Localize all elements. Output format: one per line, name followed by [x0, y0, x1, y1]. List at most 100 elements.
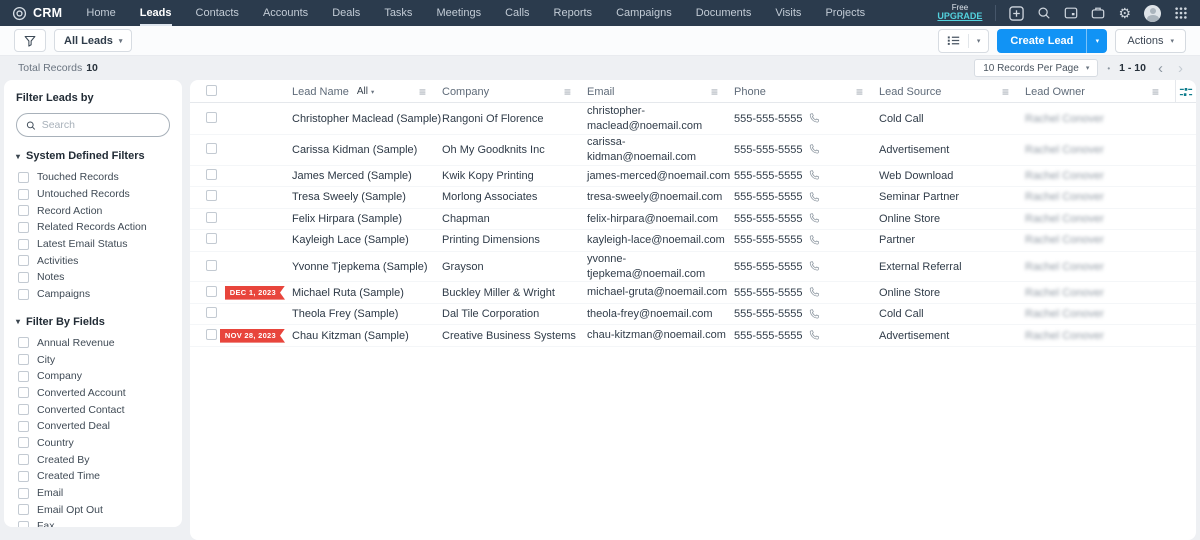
column-menu-icon[interactable]: ≡ — [1002, 86, 1009, 98]
email-cell[interactable]: michael-gruta@noemail.com — [587, 285, 734, 300]
checkbox[interactable] — [18, 171, 29, 183]
phone-icon[interactable] — [809, 213, 820, 224]
lead-name-link[interactable]: Carissa Kidman (Sample) — [292, 144, 442, 156]
manage-columns-button[interactable] — [1175, 80, 1196, 103]
row-checkbox[interactable] — [206, 259, 217, 271]
checkbox[interactable] — [18, 404, 29, 416]
checkbox[interactable] — [18, 205, 29, 217]
sidebar-filter-item[interactable]: Record Action — [16, 202, 170, 219]
lead-name-link[interactable]: Yvonne Tjepkema (Sample) — [292, 261, 442, 273]
column-header-email[interactable]: Email ≡ — [587, 80, 734, 103]
column-header-lead-name[interactable]: Lead Name All ▾ ≡ — [292, 80, 442, 103]
table-row[interactable]: Yvonne Tjepkema (Sample) Grayson yvonne-… — [190, 252, 1196, 283]
search-icon[interactable] — [1037, 6, 1051, 20]
phone-icon[interactable] — [809, 287, 820, 298]
checkbox[interactable] — [18, 470, 29, 482]
lead-name-link[interactable]: Kayleigh Lace (Sample) — [292, 234, 442, 246]
gear-icon[interactable]: ⚙ — [1118, 6, 1131, 20]
row-checkbox[interactable] — [206, 285, 217, 297]
avatar[interactable] — [1144, 4, 1161, 22]
checkbox[interactable] — [18, 221, 29, 233]
nav-item-tasks[interactable]: Tasks — [384, 0, 412, 26]
sidebar-filter-item[interactable]: City — [16, 351, 170, 368]
column-menu-icon[interactable]: ≡ — [1152, 86, 1159, 98]
checkbox[interactable] — [18, 288, 29, 300]
nav-item-meetings[interactable]: Meetings — [436, 0, 481, 26]
phone-icon[interactable] — [809, 261, 820, 272]
phone-icon[interactable] — [809, 235, 820, 246]
records-per-page-select[interactable]: 10 Records Per Page ▾ — [974, 59, 1099, 77]
column-header-lead-source[interactable]: Lead Source ≡ — [879, 80, 1025, 103]
sidebar-filter-item[interactable]: Campaigns — [16, 286, 170, 303]
sidebar-filter-item[interactable]: Email — [16, 485, 170, 502]
nav-item-contacts[interactable]: Contacts — [196, 0, 239, 26]
lead-name-link[interactable]: James Merced (Sample) — [292, 170, 442, 182]
row-checkbox[interactable] — [206, 328, 217, 340]
sidebar-filter-item[interactable]: Converted Contact — [16, 401, 170, 418]
checkbox[interactable] — [18, 420, 29, 432]
table-row[interactable]: Carissa Kidman (Sample) Oh My Goodknits … — [190, 135, 1196, 166]
filter-search-box[interactable] — [16, 113, 170, 137]
nav-item-home[interactable]: Home — [86, 0, 115, 26]
row-checkbox[interactable] — [206, 168, 217, 180]
nav-item-deals[interactable]: Deals — [332, 0, 360, 26]
quick-create-icon[interactable] — [1009, 5, 1025, 21]
phone-icon[interactable] — [809, 308, 820, 320]
filter-toggle-button[interactable] — [14, 29, 46, 52]
column-header-company[interactable]: Company ≡ — [442, 80, 587, 103]
lead-name-link[interactable]: Christopher Maclead (Sample) — [292, 113, 442, 125]
nav-item-visits[interactable]: Visits — [775, 0, 801, 26]
checkbox[interactable] — [18, 437, 29, 449]
phone-icon[interactable] — [809, 144, 820, 155]
checkbox[interactable] — [18, 387, 29, 399]
lead-name-link[interactable]: Chau Kitzman (Sample) — [292, 330, 442, 342]
sidebar-filter-item[interactable]: Activities — [16, 252, 170, 269]
lead-name-link[interactable]: Tresa Sweely (Sample) — [292, 191, 442, 203]
table-row[interactable]: DEC 1, 2023 Michael Ruta (Sample) Buckle… — [190, 282, 1196, 304]
sidebar-filter-item[interactable]: Company — [16, 368, 170, 385]
sidebar-filter-item[interactable]: Fax — [16, 518, 170, 527]
table-row[interactable]: James Merced (Sample) Kwik Kopy Printing… — [190, 166, 1196, 188]
row-checkbox[interactable] — [206, 111, 217, 123]
search-input[interactable] — [41, 119, 160, 131]
select-all-checkbox[interactable] — [206, 84, 217, 96]
checkbox[interactable] — [18, 188, 29, 200]
table-row[interactable]: Theola Frey (Sample) Dal Tile Corporatio… — [190, 304, 1196, 326]
email-cell[interactable]: christopher- maclead@noemail.com — [587, 104, 734, 134]
nav-item-projects[interactable]: Projects — [825, 0, 865, 26]
email-cell[interactable]: james-merced@noemail.com — [587, 169, 734, 184]
email-cell[interactable]: felix-hirpara@noemail.com — [587, 212, 734, 227]
lead-name-link[interactable]: Michael Ruta (Sample) — [292, 287, 442, 299]
apps-grid-icon[interactable] — [1174, 6, 1188, 20]
sidebar-filter-item[interactable]: Email Opt Out — [16, 501, 170, 518]
sidebar-filter-item[interactable]: Annual Revenue — [16, 335, 170, 352]
prev-page-icon[interactable]: ‹ — [1155, 61, 1166, 76]
lead-name-filter-dropdown[interactable]: All ▾ — [357, 86, 374, 97]
table-row[interactable]: Christopher Maclead (Sample) Rangoni Of … — [190, 103, 1196, 135]
sidebar-filter-item[interactable]: Converted Account — [16, 385, 170, 402]
row-checkbox[interactable] — [206, 190, 217, 202]
sidebar-filter-item[interactable]: Related Records Action — [16, 219, 170, 236]
phone-icon[interactable] — [809, 170, 820, 181]
section-system-defined-filters[interactable]: ▾ System Defined Filters — [16, 150, 170, 162]
actions-button[interactable]: Actions ▾ — [1115, 28, 1186, 53]
next-page-icon[interactable]: › — [1175, 61, 1186, 76]
table-row[interactable]: Felix Hirpara (Sample) Chapman felix-hir… — [190, 209, 1196, 231]
email-cell[interactable]: yvonne-tjepkema@noemail.com — [587, 252, 734, 282]
checkbox[interactable] — [18, 504, 29, 516]
email-cell[interactable]: chau-kitzman@noemail.com — [587, 328, 734, 343]
row-checkbox[interactable] — [206, 211, 217, 223]
view-selector[interactable]: All Leads ▾ — [54, 29, 133, 52]
phone-icon[interactable] — [809, 192, 820, 203]
column-menu-icon[interactable]: ≡ — [419, 86, 426, 98]
nav-item-campaigns[interactable]: Campaigns — [616, 0, 672, 26]
sidebar-filter-item[interactable]: Created Time — [16, 468, 170, 485]
checkbox[interactable] — [18, 271, 29, 283]
phone-icon[interactable] — [809, 113, 820, 124]
column-header-lead-owner[interactable]: Lead Owner ≡ — [1025, 80, 1175, 103]
lead-name-link[interactable]: Theola Frey (Sample) — [292, 308, 442, 320]
sidebar-filter-item[interactable]: Country — [16, 435, 170, 452]
table-row[interactable]: Tresa Sweely (Sample) Morlong Associates… — [190, 187, 1196, 209]
row-checkbox[interactable] — [206, 142, 217, 154]
nav-item-reports[interactable]: Reports — [554, 0, 593, 26]
